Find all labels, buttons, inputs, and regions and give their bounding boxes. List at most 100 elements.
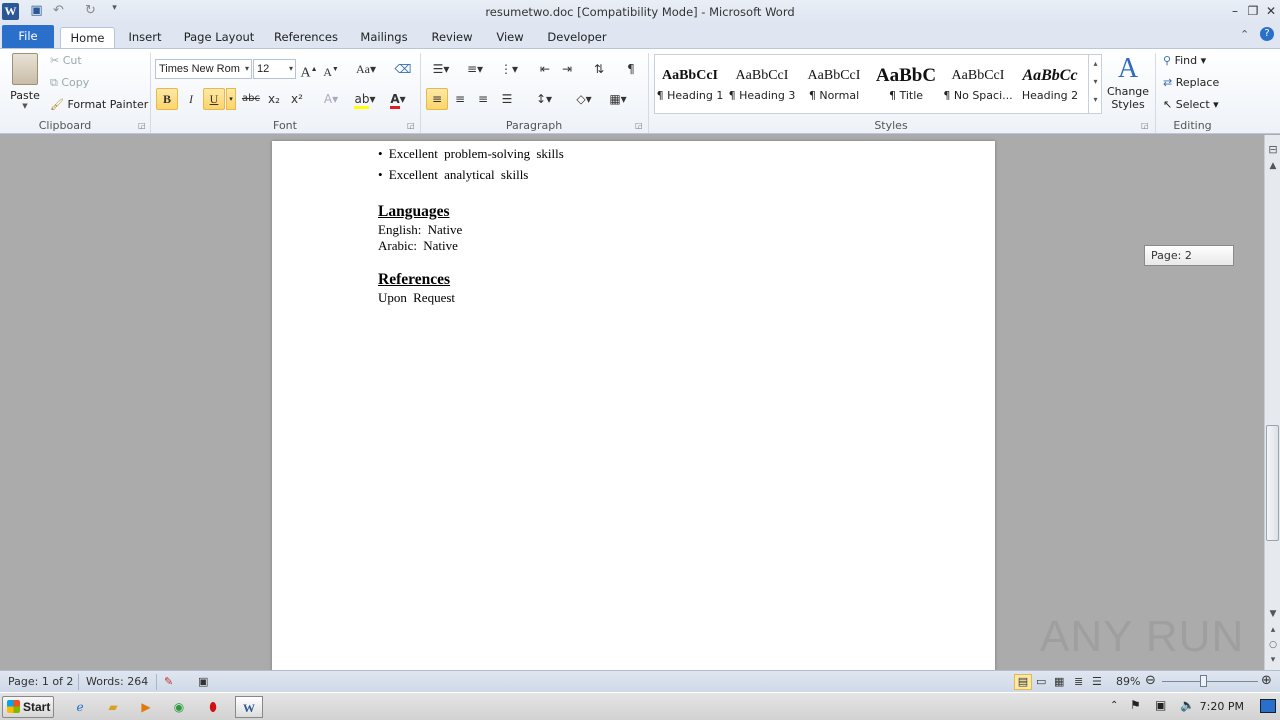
text-effects-icon[interactable]: A▾: [320, 88, 342, 110]
subscript-button[interactable]: x₂: [263, 88, 285, 110]
show-marks-button[interactable]: ¶: [620, 58, 642, 80]
scroll-up-icon[interactable]: ▲: [1265, 161, 1280, 171]
underline-dropdown-icon[interactable]: ▾: [226, 88, 236, 110]
format-painter-button[interactable]: 🖌 Format Painter: [50, 95, 148, 115]
replace-button[interactable]: ⇄ Replace: [1163, 73, 1219, 93]
previous-page-icon[interactable]: ▴: [1265, 625, 1280, 635]
align-left-button[interactable]: ≡: [426, 88, 448, 110]
media-player-icon[interactable]: ▶: [134, 696, 158, 718]
action-center-icon[interactable]: ⚑: [1130, 698, 1141, 712]
maximize-button[interactable]: ❐: [1244, 2, 1262, 20]
tab-review[interactable]: Review: [424, 27, 480, 48]
word-taskbar-button[interactable]: W: [235, 696, 263, 718]
paragraph-launcher-icon[interactable]: ◲: [635, 121, 643, 130]
tab-developer[interactable]: Developer: [540, 27, 614, 48]
style-normal[interactable]: AaBbCcI ¶ Normal: [798, 63, 870, 113]
zoom-slider-thumb[interactable]: [1200, 675, 1207, 687]
grow-font-button[interactable]: A▲: [298, 58, 320, 81]
increase-indent-icon[interactable]: ⇥: [556, 58, 578, 80]
minimize-ribbon-icon[interactable]: ⌃: [1240, 28, 1249, 41]
find-button[interactable]: ⚲ Find ▾: [1163, 51, 1206, 71]
internet-explorer-icon[interactable]: ℯ: [68, 696, 92, 718]
tab-home[interactable]: Home: [60, 27, 115, 48]
paste-button[interactable]: Paste ▼: [8, 53, 42, 113]
tab-insert[interactable]: Insert: [122, 27, 168, 48]
style-heading-1[interactable]: AaBbCcI ¶ Heading 1: [654, 63, 726, 113]
document-page[interactable]: • Excellent problem-solving skills • Exc…: [272, 141, 995, 670]
highlight-color-button[interactable]: ab▾: [350, 88, 380, 110]
multilevel-list-button[interactable]: ⋮▾: [494, 58, 524, 80]
clock[interactable]: 7:20 PM: [1200, 700, 1244, 713]
zoom-out-icon[interactable]: ⊖: [1145, 673, 1156, 688]
style-no-spacing[interactable]: AaBbCcI ¶ No Spaci...: [942, 63, 1014, 113]
next-page-icon[interactable]: ▾: [1265, 655, 1280, 665]
browse-object-icon[interactable]: ○: [1265, 640, 1280, 650]
line-spacing-button[interactable]: ↕▾: [530, 88, 558, 110]
outline-view-icon[interactable]: ≣: [1074, 675, 1083, 688]
network-icon[interactable]: ▣: [1155, 698, 1166, 712]
shrink-font-button[interactable]: A▼: [320, 58, 342, 80]
tab-page-layout[interactable]: Page Layout: [178, 27, 260, 48]
font-size-box[interactable]: 12 ▾: [253, 59, 296, 79]
chrome-icon[interactable]: ◉: [167, 696, 191, 718]
change-styles-button[interactable]: A Change Styles: [1106, 53, 1150, 117]
minimize-button[interactable]: –: [1226, 2, 1244, 20]
close-button[interactable]: ✕: [1262, 2, 1280, 20]
zoom-level[interactable]: 89%: [1116, 675, 1140, 688]
vertical-scrollbar[interactable]: ⊟ ▲ ▼ ▴ ○ ▾: [1264, 135, 1280, 670]
proofing-icon[interactable]: ✎: [164, 675, 173, 688]
font-launcher-icon[interactable]: ◲: [407, 121, 415, 130]
help-icon[interactable]: ?: [1260, 27, 1274, 41]
styles-launcher-icon[interactable]: ◲: [1141, 121, 1149, 130]
web-layout-icon[interactable]: ▦: [1054, 675, 1064, 688]
ruler-toggle-icon[interactable]: ⊟: [1265, 143, 1280, 156]
full-screen-reading-icon[interactable]: ▭: [1036, 675, 1046, 688]
borders-button[interactable]: ▦▾: [604, 88, 632, 110]
styles-scroll-icon[interactable]: ▴ ▾ ▾: [1088, 55, 1102, 113]
bold-button[interactable]: B: [156, 88, 178, 110]
tab-file[interactable]: File: [2, 25, 54, 48]
align-right-button[interactable]: ≡: [472, 88, 494, 110]
font-name-box[interactable]: Times New Rom ▾: [155, 59, 252, 79]
volume-icon[interactable]: 🔈: [1180, 698, 1195, 712]
style-title[interactable]: AaBbC ¶ Title: [870, 63, 942, 113]
strikethrough-button[interactable]: abc: [240, 88, 262, 110]
style-heading-2[interactable]: AaBbCc Heading 2: [1014, 63, 1086, 113]
decrease-indent-icon[interactable]: ⇤: [534, 58, 556, 80]
cut-button[interactable]: ✂ Cut: [50, 51, 82, 71]
macro-record-icon[interactable]: ▣: [198, 675, 208, 688]
opera-icon[interactable]: ⬮: [201, 696, 225, 718]
align-center-button[interactable]: ≡: [449, 88, 471, 110]
shading-button[interactable]: ◇▾: [570, 88, 598, 110]
draft-view-icon[interactable]: ☰: [1092, 675, 1102, 688]
change-case-button[interactable]: Aa▾: [352, 58, 380, 80]
zoom-in-icon[interactable]: ⊕: [1261, 673, 1272, 688]
word-count[interactable]: Words: 264: [86, 675, 148, 688]
explorer-icon[interactable]: ▰: [101, 696, 125, 718]
show-desktop-icon[interactable]: [1260, 699, 1276, 713]
clipboard-launcher-icon[interactable]: ◲: [138, 121, 146, 130]
print-layout-view-icon[interactable]: ▤: [1014, 674, 1032, 690]
numbering-button[interactable]: ≡▾: [460, 58, 490, 80]
page-tooltip: Page: 2: [1144, 245, 1234, 266]
scroll-thumb[interactable]: [1266, 425, 1279, 541]
superscript-button[interactable]: x²: [286, 88, 308, 110]
tab-mailings[interactable]: Mailings: [352, 27, 416, 48]
page-count[interactable]: Page: 1 of 2: [8, 675, 73, 688]
start-button[interactable]: Start: [2, 696, 54, 718]
copy-button[interactable]: ⧉ Copy: [50, 73, 89, 93]
underline-button[interactable]: U: [203, 88, 225, 110]
tab-references[interactable]: References: [268, 27, 344, 48]
justify-button[interactable]: ☰: [496, 88, 518, 110]
font-color-button[interactable]: A▾: [384, 88, 412, 110]
scroll-down-icon[interactable]: ▼: [1265, 609, 1280, 619]
show-hidden-icons[interactable]: ⌃: [1110, 700, 1118, 711]
zoom-slider-track[interactable]: [1162, 681, 1258, 682]
tab-view[interactable]: View: [488, 27, 532, 48]
italic-button[interactable]: I: [180, 88, 202, 110]
clear-formatting-icon[interactable]: ⌫: [392, 58, 414, 80]
bullets-button[interactable]: ☰▾: [426, 58, 456, 80]
select-button[interactable]: ↖ Select ▾: [1163, 95, 1219, 115]
style-heading-3[interactable]: AaBbCcI ¶ Heading 3: [726, 63, 798, 113]
sort-icon[interactable]: ⇅: [588, 58, 610, 80]
